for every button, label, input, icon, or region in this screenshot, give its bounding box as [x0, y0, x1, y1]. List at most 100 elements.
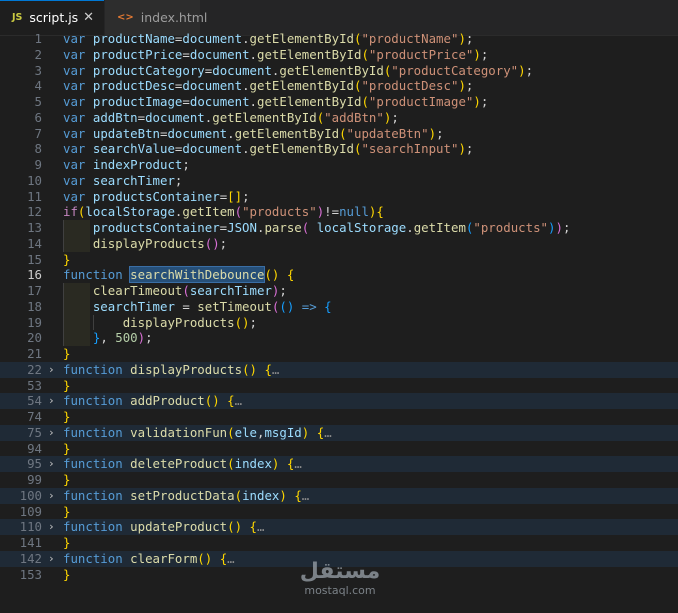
code-line[interactable]: 4 var productDesc=document.getElementById… [0, 78, 678, 94]
code-line[interactable]: 13 productsContainer=JSON.parse( localSt… [0, 220, 678, 236]
line-number: 141 [19, 535, 42, 550]
code-token: ) [458, 141, 466, 157]
code-text: var productPrice=document.getElementById… [63, 47, 488, 63]
code-token: productName [92, 31, 175, 46]
code-line[interactable]: 1 var productName=document.getElementById… [0, 31, 678, 47]
code-token: ( [227, 424, 235, 440]
code-line[interactable]: 9 var indexProduct; [0, 157, 678, 173]
line-number: 15 [27, 251, 42, 267]
code-token: displayProducts [130, 361, 243, 377]
code-line[interactable]: 141} [0, 535, 678, 551]
code-token: } [63, 346, 71, 361]
folded-code-line[interactable]: 75 › function validationFun(ele,msgId) {… [0, 424, 678, 441]
code-editor[interactable]: 1 var productName=document.getElementById… [0, 31, 678, 591]
code-token: ) [458, 78, 466, 94]
code-token: getElementById [257, 46, 362, 62]
code-token: addProduct [130, 393, 205, 409]
code-line[interactable]: 12 if(localStorage.getItem("products")!=n… [0, 204, 678, 220]
code-line[interactable]: 17 clearTimeout(searchTimer); [0, 283, 678, 299]
code-token: ) [473, 94, 481, 109]
tab-script-js[interactable]: JS script.js ✕ [0, 0, 105, 35]
code-line[interactable]: 6 var addBtn=document.getElementById("add… [0, 110, 678, 126]
code-line[interactable]: 19 displayProducts(); [0, 314, 678, 331]
code-line[interactable]: 21} [0, 346, 678, 362]
folded-code-line[interactable]: 100 › function setProductData(index) {… [0, 487, 678, 504]
folded-code-line[interactable]: 54 › function addProduct() {… [0, 393, 678, 409]
code-token: document [182, 78, 243, 94]
code-token: ) [555, 220, 563, 235]
chevron-right-icon[interactable]: › [48, 425, 55, 441]
code-token: function [63, 424, 123, 440]
code-token: getElementById [257, 94, 362, 109]
chevron-right-icon[interactable]: › [48, 551, 55, 567]
code-line[interactable]: 53} [0, 378, 678, 394]
chevron-right-icon[interactable]: › [48, 488, 55, 504]
code-line[interactable]: 7 var updateBtn=document.getElementById("… [0, 126, 678, 142]
line-number: 22 [27, 361, 42, 377]
line-number: 9 [34, 157, 42, 172]
code-token: ele [234, 424, 257, 440]
code-token: var [63, 94, 86, 109]
folded-code-line[interactable]: 22 › function displayProducts() {… [0, 361, 678, 378]
code-line[interactable]: 5 var productImage=document.getElementByI… [0, 94, 678, 110]
code-token: getElementById [279, 62, 384, 78]
code-line[interactable]: 11 var productsContainer=[]; [0, 189, 678, 205]
code-token: "productCategory" [391, 62, 519, 78]
code-token: localStorage [85, 204, 175, 220]
code-text: displayProducts(); [63, 315, 257, 331]
tab-index-html[interactable]: <> index.html [105, 0, 207, 35]
code-token: } [63, 409, 71, 424]
code-token: } [63, 566, 71, 582]
code-line[interactable]: 109} [0, 504, 678, 520]
code-line[interactable]: 8 var searchValue=document.getElementById… [0, 141, 678, 157]
code-token: var [63, 62, 86, 78]
code-line[interactable]: 14 displayProducts(); [0, 235, 678, 252]
chevron-right-icon[interactable]: › [48, 362, 55, 378]
chevron-right-icon[interactable]: › [48, 519, 55, 535]
code-line[interactable]: 15} [0, 252, 678, 268]
code-token: setProductData [130, 487, 235, 503]
code-token: . [242, 78, 250, 94]
folded-code-line[interactable]: 95 › function deleteProduct(index) {… [0, 456, 678, 472]
code-token: = [182, 46, 190, 62]
line-number: 19 [27, 314, 42, 330]
code-token: getElementById [249, 141, 354, 157]
line-number: 13 [27, 220, 42, 235]
code-token: { [376, 204, 384, 220]
code-token: ; [480, 94, 489, 109]
line-number: 6 [34, 109, 42, 125]
code-text: } [63, 252, 70, 268]
code-line[interactable]: 10 var searchTimer; [0, 173, 678, 189]
chevron-right-icon[interactable]: › [48, 393, 55, 409]
code-token: searchTimer [92, 298, 175, 314]
code-token: ; [249, 314, 257, 330]
code-token: var [63, 141, 86, 157]
code-token: ) [518, 62, 526, 78]
code-token: searchTimer [189, 283, 272, 298]
code-text: function deleteProduct(index) {… [63, 456, 302, 472]
code-line[interactable]: 2 var productPrice=document.getElementByI… [0, 47, 678, 63]
line-number: 100 [19, 487, 42, 503]
code-text: function addProduct() {… [63, 393, 242, 409]
folded-code-line[interactable]: 110 › function updateProduct() {… [0, 519, 678, 535]
close-icon[interactable]: ✕ [83, 10, 94, 25]
code-token: validationFun [130, 424, 228, 440]
code-line[interactable]: 3 var productCategory=document.getElement… [0, 63, 678, 79]
code-token: = [174, 298, 198, 314]
code-token: ; [242, 188, 250, 204]
code-line[interactable]: 16 function searchWithDebounce() { [0, 266, 678, 284]
code-token: () [242, 361, 257, 377]
code-token: } [63, 503, 71, 519]
code-token: ( [227, 456, 235, 472]
chevron-right-icon[interactable]: › [48, 456, 55, 472]
code-line[interactable]: 20 }, 500); [0, 330, 678, 346]
code-token: . [249, 94, 258, 109]
code-line[interactable]: 99} [0, 472, 678, 488]
code-line[interactable]: 18 searchTimer = setTimeout(() => { [0, 298, 678, 315]
code-line[interactable]: 94} [0, 441, 678, 457]
code-line[interactable]: 74} [0, 409, 678, 425]
